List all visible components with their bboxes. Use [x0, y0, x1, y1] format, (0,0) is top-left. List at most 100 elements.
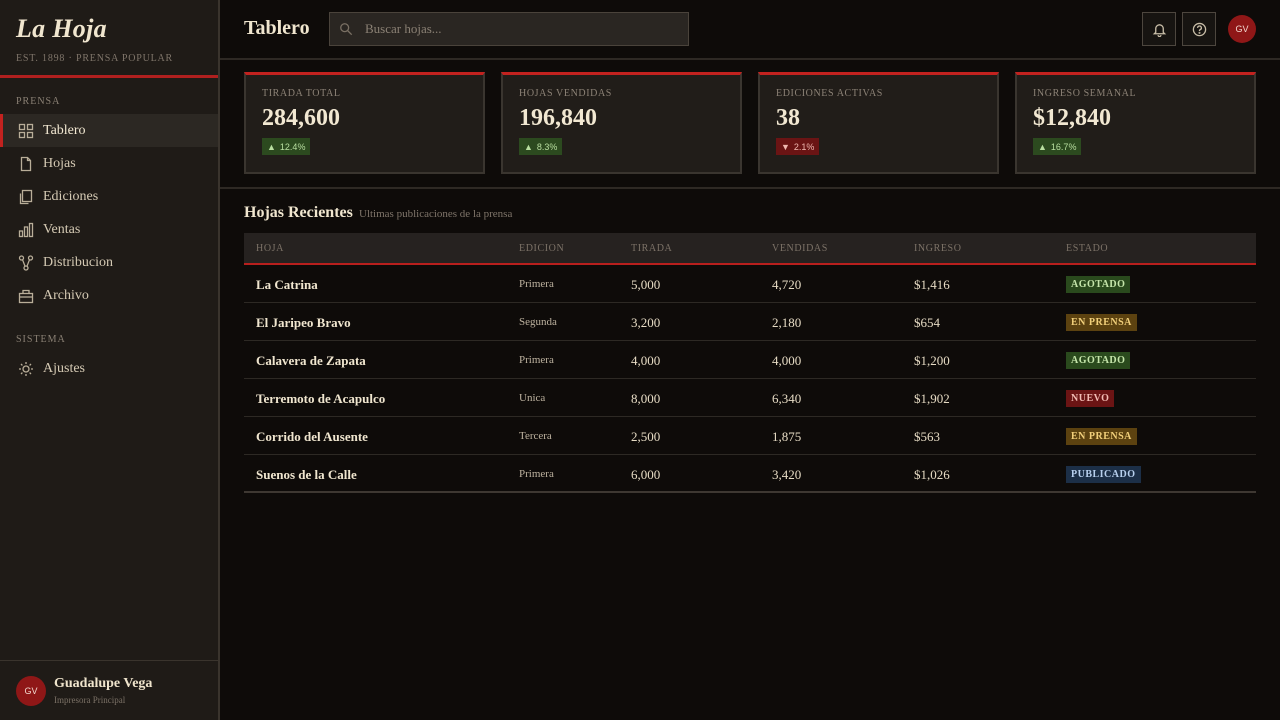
search-input[interactable]: [365, 21, 665, 37]
share-icon: [18, 254, 34, 271]
column-header-hoja[interactable]: HOJA: [256, 243, 284, 254]
stat-delta-badge: ▼ 2.1%: [776, 138, 820, 155]
sidebar-item-label: Tablero: [43, 122, 86, 138]
cell-edicion: Primera: [519, 468, 554, 480]
section-subtitle: Ultimas publicaciones de la prensa: [359, 208, 513, 220]
header-avatar[interactable]: GV: [1228, 15, 1256, 43]
bell-icon: [1152, 23, 1166, 37]
notifications-button[interactable]: [1142, 12, 1176, 46]
user-profile[interactable]: GV Guadalupe Vega Impresora Principal: [0, 660, 218, 720]
sidebar-item-ajustes[interactable]: Ajustes: [0, 352, 218, 385]
column-header-tirada[interactable]: TIRADA: [631, 243, 672, 254]
user-info: Guadalupe Vega Impresora Principal: [54, 676, 152, 705]
arrow-up-icon: ▲: [267, 141, 276, 152]
nav-section-prensa: PRENSA: [16, 96, 61, 107]
stat-delta-badge: ▲ 16.7%: [1033, 138, 1082, 155]
sidebar-item-label: Archivo: [43, 287, 89, 303]
cell-hoja: La Catrina: [256, 277, 318, 292]
archive-icon: [18, 288, 34, 304]
cell-tirada: 5,000: [631, 277, 661, 292]
table-row[interactable]: Suenos de la Calle Primera 6,000 3,420 $…: [244, 455, 1256, 493]
sidebar-item-distribucion[interactable]: Distribucion: [0, 246, 218, 279]
nav-section-sistema: SISTEMA: [16, 334, 66, 345]
cell-vendidas: 3,420: [772, 467, 802, 482]
bar-chart-icon: [18, 222, 34, 238]
status-badge: EN PRENSA: [1066, 428, 1137, 445]
copy-icon: [18, 189, 34, 205]
cell-hoja: Suenos de la Calle: [256, 467, 357, 482]
sidebar: La Hoja EST. 1898 · PRENSA POPULAR PRENS…: [0, 0, 220, 720]
search-box[interactable]: [329, 12, 689, 46]
stat-delta: 12.4%: [279, 141, 306, 152]
arrow-up-icon: ▲: [524, 141, 533, 152]
arrow-up-icon: ▲: [1038, 141, 1047, 152]
stat-value: 284,600: [262, 105, 340, 131]
cell-tirada: 6,000: [631, 467, 661, 482]
status-badge: EN PRENSA: [1066, 314, 1137, 331]
brand-logo[interactable]: La Hoja: [16, 14, 202, 44]
cell-ingreso: $1,026: [914, 467, 950, 482]
section-divider: [220, 187, 1280, 189]
status-badge: AGOTADO: [1066, 276, 1131, 293]
nav-list-sistema: Ajustes: [0, 352, 218, 385]
cell-tirada: 4,000: [631, 353, 661, 368]
cell-hoja: Calavera de Zapata: [256, 353, 366, 368]
top-header: Tablero GV: [220, 0, 1280, 60]
column-header-ingreso[interactable]: INGRESO: [914, 243, 962, 254]
sun-icon: [18, 361, 34, 377]
brand: La Hoja EST. 1898 · PRENSA POPULAR: [0, 0, 218, 78]
table-row[interactable]: Calavera de Zapata Primera 4,000 4,000 $…: [244, 341, 1256, 379]
stat-label: INGRESO SEMANAL: [1033, 88, 1137, 99]
cell-ingreso: $563: [914, 429, 940, 444]
stat-label: TIRADA TOTAL: [262, 88, 341, 99]
cell-vendidas: 1,875: [772, 429, 802, 444]
stat-label: HOJAS VENDIDAS: [519, 88, 612, 99]
sidebar-item-hojas[interactable]: Hojas: [0, 147, 218, 180]
status-badge: AGOTADO: [1066, 352, 1131, 369]
brand-subtitle: EST. 1898 · PRENSA POPULAR: [16, 53, 174, 64]
sidebar-item-tablero[interactable]: Tablero: [0, 114, 218, 147]
help-icon: [1192, 22, 1206, 36]
stat-card-ediciones[interactable]: EDICIONES ACTIVAS 38 ▼ 2.1%: [758, 72, 999, 174]
sidebar-item-ventas[interactable]: Ventas: [0, 213, 218, 246]
column-header-edicion[interactable]: EDICION: [519, 243, 564, 254]
help-button[interactable]: [1182, 12, 1216, 46]
column-header-estado[interactable]: ESTADO: [1066, 243, 1108, 254]
cell-vendidas: 6,340: [772, 391, 802, 406]
stat-card-ingreso[interactable]: INGRESO SEMANAL $12,840 ▲ 16.7%: [1015, 72, 1256, 174]
sidebar-item-label: Distribucion: [43, 254, 113, 270]
section-title: Hojas Recientes: [244, 204, 353, 221]
page-title: Tablero: [244, 17, 310, 39]
cell-edicion: Unica: [519, 392, 546, 404]
cell-edicion: Segunda: [519, 316, 557, 328]
cell-ingreso: $1,200: [914, 353, 950, 368]
table-row[interactable]: Terremoto de Acapulco Unica 8,000 6,340 …: [244, 379, 1256, 417]
cell-hoja: Terremoto de Acapulco: [256, 391, 386, 406]
cell-vendidas: 4,000: [772, 353, 802, 368]
cell-ingreso: $1,902: [914, 391, 950, 406]
sidebar-item-ediciones[interactable]: Ediciones: [0, 180, 218, 213]
sidebar-item-label: Ediciones: [43, 188, 99, 204]
table-row[interactable]: El Jaripeo Bravo Segunda 3,200 2,180 $65…: [244, 303, 1256, 341]
stat-delta: 16.7%: [1050, 141, 1077, 152]
sidebar-item-label: Hojas: [43, 155, 76, 171]
search-icon: [340, 23, 353, 36]
sidebar-item-archivo[interactable]: Archivo: [0, 279, 218, 312]
stat-card-tirada[interactable]: TIRADA TOTAL 284,600 ▲ 12.4%: [244, 72, 485, 174]
recent-table: HOJA EDICION TIRADA VENDIDAS INGRESO EST…: [244, 233, 1256, 493]
file-icon: [18, 156, 34, 172]
table-row[interactable]: La Catrina Primera 5,000 4,720 $1,416 AG…: [244, 265, 1256, 303]
cell-hoja: Corrido del Ausente: [256, 429, 368, 444]
stat-card-vendidas[interactable]: HOJAS VENDIDAS 196,840 ▲ 8.3%: [501, 72, 742, 174]
stat-delta: 8.3%: [536, 141, 558, 152]
column-header-vendidas[interactable]: VENDIDAS: [772, 243, 828, 254]
cell-hoja: El Jaripeo Bravo: [256, 315, 351, 330]
stat-value: $12,840: [1033, 105, 1111, 131]
table-row[interactable]: Corrido del Ausente Tercera 2,500 1,875 …: [244, 417, 1256, 455]
sidebar-item-label: Ventas: [43, 221, 81, 237]
stat-delta-badge: ▲ 8.3%: [519, 138, 563, 155]
status-badge: NUEVO: [1066, 390, 1115, 407]
avatar: GV: [16, 675, 46, 706]
cell-vendidas: 4,720: [772, 277, 802, 292]
arrow-down-icon: ▼: [781, 141, 790, 152]
